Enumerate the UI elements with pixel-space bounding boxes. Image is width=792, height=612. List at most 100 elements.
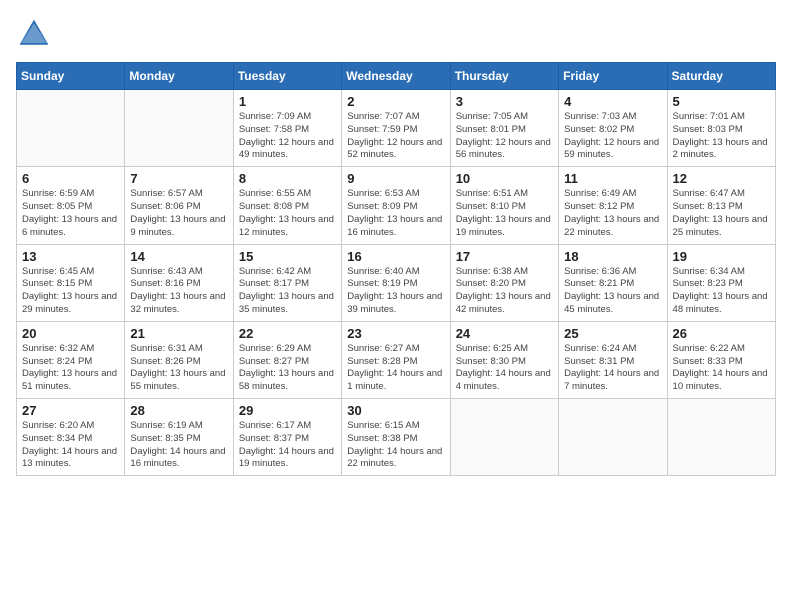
- day-detail: Sunrise: 6:42 AM Sunset: 8:17 PM Dayligh…: [239, 266, 336, 317]
- day-detail: Sunrise: 7:03 AM Sunset: 8:02 PM Dayligh…: [564, 111, 661, 162]
- day-detail: Sunrise: 6:57 AM Sunset: 8:06 PM Dayligh…: [130, 188, 227, 239]
- calendar-cell: 1Sunrise: 7:09 AM Sunset: 7:58 PM Daylig…: [233, 90, 341, 167]
- calendar-cell: 10Sunrise: 6:51 AM Sunset: 8:10 PM Dayli…: [450, 167, 558, 244]
- day-number: 5: [673, 94, 770, 109]
- day-number: 20: [22, 326, 119, 341]
- weekday-header: Thursday: [450, 63, 558, 90]
- logo-icon: [16, 16, 52, 52]
- calendar-cell: 17 Sunrise: 6:38 AM Sunset: 8:20 PM Dayli…: [450, 244, 558, 321]
- logo: [16, 16, 56, 52]
- day-number: 21: [130, 326, 227, 341]
- day-number: 2: [347, 94, 444, 109]
- day-number: 25: [564, 326, 661, 341]
- calendar-cell: 12 Sunrise: 6:47 AM Sunset: 8:13 PM Dayli…: [667, 167, 775, 244]
- calendar-cell: [125, 90, 233, 167]
- day-detail: Sunrise: 6:20 AM Sunset: 8:34 PM Dayligh…: [22, 420, 119, 471]
- day-detail: Sunrise: 6:22 AM Sunset: 8:33 PM Dayligh…: [673, 343, 770, 394]
- day-detail: Sunrise: 6:17 AM Sunset: 8:37 PM Dayligh…: [239, 420, 336, 471]
- day-number: 10: [456, 171, 553, 186]
- day-number: 19: [673, 249, 770, 264]
- day-detail: Sunrise: 6:40 AM Sunset: 8:19 PM Dayligh…: [347, 266, 444, 317]
- calendar-cell: 7 Sunrise: 6:57 AM Sunset: 8:06 PM Daylig…: [125, 167, 233, 244]
- calendar-cell: 15 Sunrise: 6:42 AM Sunset: 8:17 PM Dayli…: [233, 244, 341, 321]
- day-detail: Sunrise: 6:38 AM Sunset: 8:20 PM Dayligh…: [456, 266, 553, 317]
- calendar-cell: 28 Sunrise: 6:19 AM Sunset: 8:35 PM Dayli…: [125, 399, 233, 476]
- day-detail: Sunrise: 7:07 AM Sunset: 7:59 PM Dayligh…: [347, 111, 444, 162]
- day-detail: Sunrise: 6:15 AM Sunset: 8:38 PM Dayligh…: [347, 420, 444, 471]
- day-number: 29: [239, 403, 336, 418]
- calendar-cell: 14 Sunrise: 6:43 AM Sunset: 8:16 PM Dayli…: [125, 244, 233, 321]
- calendar-cell: 2 Sunrise: 7:07 AM Sunset: 7:59 PM Daylig…: [342, 90, 450, 167]
- day-number: 27: [22, 403, 119, 418]
- day-number: 18: [564, 249, 661, 264]
- calendar-cell: 4 Sunrise: 7:03 AM Sunset: 8:02 PM Daylig…: [559, 90, 667, 167]
- day-number: 14: [130, 249, 227, 264]
- day-detail: Sunrise: 6:53 AM Sunset: 8:09 PM Dayligh…: [347, 188, 444, 239]
- calendar-cell: 20 Sunrise: 6:32 AM Sunset: 8:24 PM Dayli…: [17, 321, 125, 398]
- calendar-week-row: 6 Sunrise: 6:59 AM Sunset: 8:05 PM Daylig…: [17, 167, 776, 244]
- day-detail: Sunrise: 6:34 AM Sunset: 8:23 PM Dayligh…: [673, 266, 770, 317]
- calendar-cell: [667, 399, 775, 476]
- weekday-header: Friday: [559, 63, 667, 90]
- day-detail: Sunrise: 6:24 AM Sunset: 8:31 PM Dayligh…: [564, 343, 661, 394]
- weekday-header-row: SundayMondayTuesdayWednesdayThursdayFrid…: [17, 63, 776, 90]
- calendar-cell: 6 Sunrise: 6:59 AM Sunset: 8:05 PM Daylig…: [17, 167, 125, 244]
- day-detail: Sunrise: 6:55 AM Sunset: 8:08 PM Dayligh…: [239, 188, 336, 239]
- calendar-cell: 5 Sunrise: 7:01 AM Sunset: 8:03 PM Daylig…: [667, 90, 775, 167]
- day-detail: Sunrise: 6:45 AM Sunset: 8:15 PM Dayligh…: [22, 266, 119, 317]
- weekday-header: Tuesday: [233, 63, 341, 90]
- day-detail: Sunrise: 6:31 AM Sunset: 8:26 PM Dayligh…: [130, 343, 227, 394]
- day-detail: Sunrise: 6:29 AM Sunset: 8:27 PM Dayligh…: [239, 343, 336, 394]
- day-number: 7: [130, 171, 227, 186]
- calendar-cell: 22 Sunrise: 6:29 AM Sunset: 8:27 PM Dayli…: [233, 321, 341, 398]
- day-number: 15: [239, 249, 336, 264]
- day-number: 16: [347, 249, 444, 264]
- day-detail: Sunrise: 6:19 AM Sunset: 8:35 PM Dayligh…: [130, 420, 227, 471]
- calendar-cell: 16 Sunrise: 6:40 AM Sunset: 8:19 PM Dayli…: [342, 244, 450, 321]
- day-number: 11: [564, 171, 661, 186]
- day-number: 23: [347, 326, 444, 341]
- calendar-cell: 11 Sunrise: 6:49 AM Sunset: 8:12 PM Dayli…: [559, 167, 667, 244]
- calendar-week-row: 27 Sunrise: 6:20 AM Sunset: 8:34 PM Dayli…: [17, 399, 776, 476]
- day-detail: Sunrise: 6:43 AM Sunset: 8:16 PM Dayligh…: [130, 266, 227, 317]
- day-detail: Sunrise: 7:01 AM Sunset: 8:03 PM Dayligh…: [673, 111, 770, 162]
- day-detail: Sunrise: 6:32 AM Sunset: 8:24 PM Dayligh…: [22, 343, 119, 394]
- calendar-cell: 25 Sunrise: 6:24 AM Sunset: 8:31 PM Dayli…: [559, 321, 667, 398]
- calendar-cell: [450, 399, 558, 476]
- day-detail: Sunrise: 6:27 AM Sunset: 8:28 PM Dayligh…: [347, 343, 444, 394]
- weekday-header: Monday: [125, 63, 233, 90]
- calendar-cell: 23 Sunrise: 6:27 AM Sunset: 8:28 PM Dayli…: [342, 321, 450, 398]
- day-number: 22: [239, 326, 336, 341]
- weekday-header: Sunday: [17, 63, 125, 90]
- day-number: 12: [673, 171, 770, 186]
- day-detail: Sunrise: 6:49 AM Sunset: 8:12 PM Dayligh…: [564, 188, 661, 239]
- calendar-week-row: 1Sunrise: 7:09 AM Sunset: 7:58 PM Daylig…: [17, 90, 776, 167]
- day-detail: Sunrise: 6:59 AM Sunset: 8:05 PM Dayligh…: [22, 188, 119, 239]
- calendar-table: SundayMondayTuesdayWednesdayThursdayFrid…: [16, 62, 776, 476]
- day-number: 17: [456, 249, 553, 264]
- day-number: 24: [456, 326, 553, 341]
- calendar-cell: 30 Sunrise: 6:15 AM Sunset: 8:38 PM Dayli…: [342, 399, 450, 476]
- calendar-cell: 21 Sunrise: 6:31 AM Sunset: 8:26 PM Dayli…: [125, 321, 233, 398]
- calendar-cell: 8 Sunrise: 6:55 AM Sunset: 8:08 PM Daylig…: [233, 167, 341, 244]
- calendar-cell: [559, 399, 667, 476]
- day-number: 28: [130, 403, 227, 418]
- calendar-cell: 24 Sunrise: 6:25 AM Sunset: 8:30 PM Dayli…: [450, 321, 558, 398]
- day-detail: Sunrise: 6:25 AM Sunset: 8:30 PM Dayligh…: [456, 343, 553, 394]
- calendar-cell: 13 Sunrise: 6:45 AM Sunset: 8:15 PM Dayli…: [17, 244, 125, 321]
- day-number: 13: [22, 249, 119, 264]
- day-number: 9: [347, 171, 444, 186]
- calendar-cell: 19 Sunrise: 6:34 AM Sunset: 8:23 PM Dayli…: [667, 244, 775, 321]
- day-number: 4: [564, 94, 661, 109]
- page-header: [16, 16, 776, 52]
- day-detail: Sunrise: 6:47 AM Sunset: 8:13 PM Dayligh…: [673, 188, 770, 239]
- weekday-header: Wednesday: [342, 63, 450, 90]
- day-number: 30: [347, 403, 444, 418]
- day-number: 26: [673, 326, 770, 341]
- day-detail: Sunrise: 6:36 AM Sunset: 8:21 PM Dayligh…: [564, 266, 661, 317]
- day-number: 8: [239, 171, 336, 186]
- weekday-header: Saturday: [667, 63, 775, 90]
- calendar-cell: 27 Sunrise: 6:20 AM Sunset: 8:34 PM Dayli…: [17, 399, 125, 476]
- day-detail: Sunrise: 7:09 AM Sunset: 7:58 PM Dayligh…: [239, 111, 336, 162]
- day-number: 6: [22, 171, 119, 186]
